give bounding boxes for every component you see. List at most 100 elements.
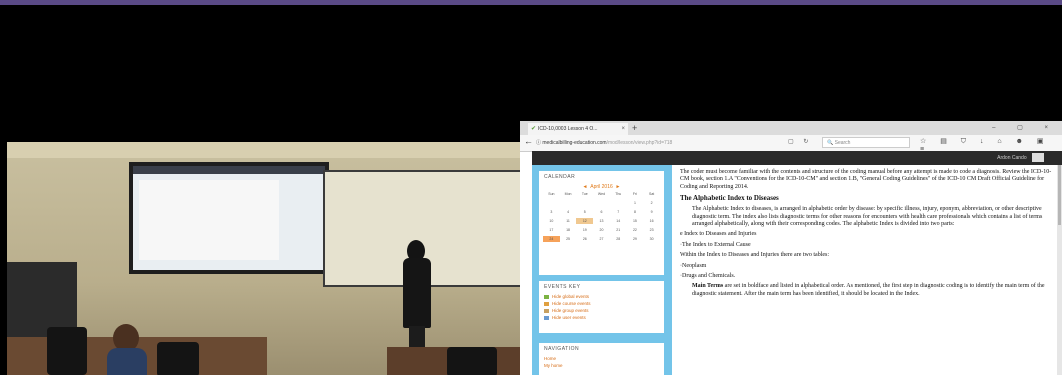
user-menu[interactable]: Ardon Cando [997,153,1044,163]
calendar-day[interactable]: 21 [610,227,627,233]
ceiling [7,142,520,158]
calendar-day[interactable]: 1 [627,200,644,206]
calendar-day[interactable]: 16 [643,218,660,224]
url-field[interactable]: ⓘ medicalbilling-education.com/mod/lesso… [536,138,781,148]
main-terms-text: are set in boldface and listed in alphab… [692,283,1045,297]
calendar-day[interactable]: 5 [576,209,593,215]
list-item: ·Drugs and Chemicals. [680,273,736,280]
calendar-empty [593,200,610,206]
calendar-block: CALENDAR ◄ April 2016 ► Sun Mon Tue Wed Thu F… [539,171,664,275]
browser-tab[interactable]: ✔ ICD-10,0003 Lesson 4 O... × [528,123,628,135]
index-paragraph: The Alphabetic Index to diseases, is arr… [692,206,1043,228]
calendar-day[interactable]: 26 [576,236,593,242]
prev-month-button[interactable]: ◄ [583,184,588,190]
calendar-day[interactable]: 15 [627,218,644,224]
calendar-day[interactable]: 11 [560,218,577,224]
hide-global-events-link[interactable]: Hide global events [539,293,664,300]
list-item: ·Neoplasm [680,262,707,269]
calendar-title: CALENDAR [544,174,576,180]
window-controls[interactable]: – ▢ × [992,122,1058,134]
calendar-day[interactable]: 27 [593,236,610,242]
browser-screen: ✔ ICD-10,0003 Lesson 4 O... × + – ▢ × ← … [520,121,1062,375]
navigation-title: NAVIGATION [544,346,580,352]
main-terms-paragraph: Main Terms are set in boldface and liste… [680,283,1055,298]
calendar-day[interactable]: 8 [627,209,644,215]
weekday-label: Mon [564,192,572,196]
chair [447,347,497,375]
calendar-day[interactable]: 4 [560,209,577,215]
weekday-label: Sun [548,192,555,196]
hide-course-events-link[interactable]: Hide course events [539,300,664,307]
lesson-content: The coder must become familiar with the … [680,169,1055,375]
calendar-day[interactable]: 19 [576,227,593,233]
calendar-day[interactable]: 7 [610,209,627,215]
list-item: e Index to Diseases and Injuries [680,231,757,238]
nav-my-home-link[interactable]: My home [539,362,664,369]
address-toolbar: ← ⓘ medicalbilling-education.com/mod/les… [520,135,1062,153]
calendar-month-nav: ◄ April 2016 ► [539,183,664,191]
calendar-day[interactable]: 10 [543,218,560,224]
weekday-label: Fri [632,192,637,196]
scrollbar[interactable] [1057,165,1062,375]
tab-title: ICD-10,0003 Lesson 4 O... [538,126,598,132]
search-input[interactable]: 🔍 Search [822,137,910,148]
calendar-day[interactable]: 13 [593,218,610,224]
url-path: /mod/lesson/view.php?id=718 [606,140,673,146]
weekday-label: Sat [649,192,655,196]
calendar-day[interactable]: 20 [593,227,610,233]
main-terms-label: Main Terms [692,283,724,290]
site-header-bar: Ardon Cando [532,151,1062,165]
calendar-day[interactable]: 29 [627,236,644,242]
weekday-label: Tue [581,192,588,196]
calendar-day[interactable]: 17 [543,227,560,233]
projector-screen [133,166,325,270]
search-placeholder: Search [834,140,851,146]
calendar-day[interactable]: 23 [643,227,660,233]
sidebar: CALENDAR ◄ April 2016 ► Sun Mon Tue Wed Thu F… [532,165,672,375]
next-month-button[interactable]: ► [616,184,621,190]
calendar-day[interactable]: 30 [643,236,660,242]
student [107,324,147,375]
events-key-block: EVENTS KEY Hide global events Hide cours… [539,281,664,333]
hide-user-events-link[interactable]: Hide user events [539,314,664,321]
new-tab-button[interactable]: + [632,122,637,134]
calendar-day[interactable]: 24 [543,236,560,242]
chair [47,327,87,375]
close-tab-icon[interactable]: × [621,123,625,135]
calendar-grid: Sun Mon Tue Wed Thu Fri Sat 1 2 3 4 5 6 7 8 9 10 11 12 13 14… [539,191,664,242]
calendar-day[interactable]: 18 [560,227,577,233]
list-item: ·The Index to External Cause [680,241,751,248]
back-arrow-icon[interactable]: ← [524,136,533,146]
calendar-day[interactable]: 12 [576,218,594,224]
url-host: medicalbilling-education.com [542,140,607,146]
instructor [397,240,437,358]
user-name: Ardon Cando [997,155,1027,161]
calendar-day[interactable]: 25 [560,236,577,242]
calendar-day[interactable]: 22 [627,227,644,233]
navigation-block: NAVIGATION Home My home [539,343,664,375]
calendar-empty [543,200,560,206]
calendar-day[interactable]: 14 [610,218,627,224]
calendar-day[interactable]: 3 [543,209,560,215]
calendar-empty [560,200,577,206]
intro-paragraph: The coder must become familiar with the … [680,169,1052,190]
calendar-day[interactable]: 9 [643,209,660,215]
scrollbar-thumb[interactable] [1058,165,1061,225]
search-icon: 🔍 [827,140,834,146]
calendar-day[interactable]: 28 [610,236,627,242]
site-favicon-icon: ✔ [531,126,537,132]
hide-group-events-link[interactable]: Hide group events [539,307,664,314]
weekday-label: Thu [615,192,622,196]
calendar-day[interactable]: 6 [593,209,610,215]
tab-bar: ✔ ICD-10,0003 Lesson 4 O... × + – ▢ × [520,121,1062,135]
calendar-empty [576,200,593,206]
chair [157,342,199,375]
classroom-photo [7,142,520,375]
reload-icon[interactable]: ▢ ↻ [788,138,812,145]
nav-home-link[interactable]: Home [539,355,664,362]
calendar-day[interactable]: 2 [643,200,660,206]
calendar-month[interactable]: April 2016 [590,184,613,190]
events-key-title: EVENTS KEY [544,284,581,290]
tables-intro: Within the Index to Diseases and Injurie… [680,252,830,259]
weekday-label: Wed [597,192,606,196]
